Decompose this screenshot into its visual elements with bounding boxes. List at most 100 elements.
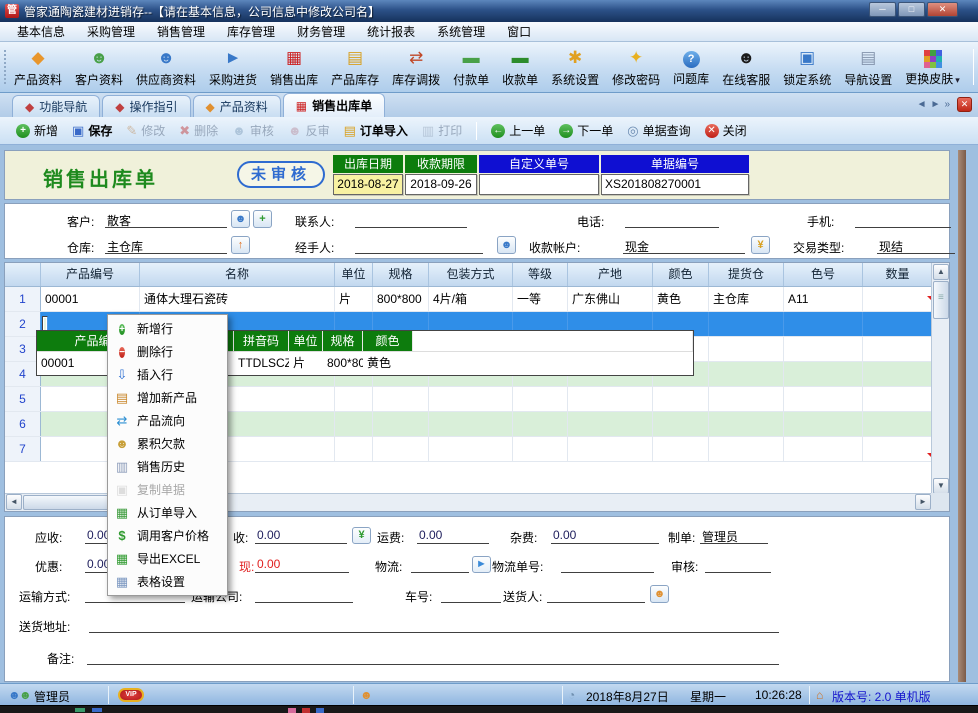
monitor-lock-icon: ▣ (799, 47, 815, 69)
menu-item-accumulated-debt[interactable]: ☻累积欠款 (108, 432, 227, 455)
remark-value[interactable] (87, 649, 779, 665)
scroll-right-icon[interactable]: ► (915, 494, 931, 510)
tab-operation-guide[interactable]: ◆操作指引 (102, 95, 190, 117)
scroll-down-icon[interactable]: ▼ (933, 478, 949, 494)
menu-item-product-flow[interactable]: ⇄产品流向 (108, 409, 227, 432)
freight-value[interactable]: 0.00 (417, 528, 489, 544)
tab-scroll-left-icon[interactable]: ◄ (917, 99, 927, 110)
deliverer-value[interactable] (547, 587, 645, 603)
menu-item-copy-bill[interactable]: ▣复制单据 (108, 478, 227, 501)
unaudit-button[interactable]: ☻反审 (288, 122, 330, 139)
menu-item-add-product[interactable]: ▤增加新产品 (108, 386, 227, 409)
warehouse-select-button[interactable]: ↑ (231, 236, 250, 254)
bill-no-value[interactable]: XS201808270001 (601, 174, 749, 195)
tab-close-button[interactable]: ✕ (957, 97, 972, 112)
close-form-button[interactable]: ✕关闭 (705, 122, 747, 139)
menu-purchase[interactable]: 采购管理 (76, 22, 146, 42)
received-value[interactable]: 0.00 (255, 528, 347, 544)
rownum-header (5, 263, 41, 286)
prev-bill-button[interactable]: ←上一单 (491, 122, 545, 139)
order-import-button[interactable]: ▤订单导入 (344, 122, 408, 139)
grid-row-1[interactable]: 1 00001 通体大理石瓷砖 片 800*800 4片/箱 一等 广东佛山 黄… (5, 287, 933, 312)
handler-select-button[interactable]: ☻ (497, 236, 516, 254)
toolbar-product-data[interactable]: ◆产品资料 (14, 47, 62, 88)
tab-sales-outbound[interactable]: ▦销售出库单 (283, 93, 385, 117)
menu-window[interactable]: 窗口 (496, 22, 542, 42)
toolbar-nav-settings[interactable]: ▤导航设置 (844, 47, 892, 88)
vehicle-no-value[interactable] (441, 587, 501, 603)
toolbar-payment-bill[interactable]: ▬付款单 (453, 47, 489, 88)
warehouse-value[interactable]: 主仓库 (105, 238, 227, 254)
trade-type-value[interactable]: 现结 (877, 238, 955, 254)
logistics-pick-button[interactable]: ► (472, 556, 491, 573)
menu-item-insert-row[interactable]: ⇩插入行 (108, 363, 227, 386)
menu-item-sales-history[interactable]: ▥销售历史 (108, 455, 227, 478)
toolbar-stock-transfer[interactable]: ⇄库存调拨 (392, 47, 440, 88)
menu-item-import-order[interactable]: ▦从订单导入 (108, 501, 227, 524)
arrow-right-icon: → (559, 124, 573, 138)
toolbar-sales-out[interactable]: ▦销售出库 (270, 47, 318, 88)
delete-button[interactable]: ✖删除 (179, 122, 218, 139)
bill-query-button[interactable]: ◎单据查询 (627, 122, 690, 139)
tab-scroll-right-icon[interactable]: ► (931, 99, 941, 110)
vertical-scroll-thumb[interactable] (933, 281, 949, 319)
menu-inventory[interactable]: 库存管理 (216, 22, 286, 42)
logistics-no-value[interactable] (561, 557, 654, 573)
toolbar-lock-system[interactable]: ▣锁定系统 (783, 47, 831, 88)
cash-pick-button[interactable]: ¥ (352, 527, 371, 544)
stock-boxes-icon: ▤ (347, 47, 363, 69)
scroll-up-icon[interactable]: ▲ (933, 264, 949, 280)
maximize-button[interactable]: □ (898, 2, 925, 17)
menu-item-grid-settings[interactable]: ▦表格设置 (108, 570, 227, 593)
misc-fee-value[interactable]: 0.00 (551, 528, 659, 544)
address-value[interactable] (89, 617, 779, 633)
menu-system[interactable]: 系统管理 (426, 22, 496, 42)
mobile-value[interactable] (855, 212, 951, 228)
print-button[interactable]: ▥打印 (422, 122, 462, 139)
contact-value[interactable] (355, 212, 467, 228)
menu-finance[interactable]: 财务管理 (286, 22, 356, 42)
minimize-button[interactable]: ─ (869, 2, 896, 17)
toolbar-question-bank[interactable]: ?问题库 (673, 48, 709, 87)
menu-sales[interactable]: 销售管理 (146, 22, 216, 42)
menu-reports[interactable]: 统计报表 (356, 22, 426, 42)
tab-more-icon[interactable]: » (944, 99, 950, 110)
tab-function-nav[interactable]: ◆功能导航 (12, 95, 100, 117)
customer-search-button[interactable]: ☻ (231, 210, 250, 228)
menu-item-delete-row[interactable]: −删除行 (108, 340, 227, 363)
menu-item-customer-price[interactable]: $调用客户价格 (108, 524, 227, 547)
toolbar-change-password[interactable]: ✦修改密码 (612, 47, 660, 88)
handler-value[interactable] (355, 238, 483, 254)
toolbar-customer-data[interactable]: ☻客户资料 (75, 47, 123, 88)
menu-item-add-row[interactable]: +新增行 (108, 317, 227, 340)
new-button[interactable]: +新增 (16, 122, 58, 139)
customer-value[interactable]: 散客 (105, 212, 227, 228)
account-select-button[interactable]: ¥ (751, 236, 770, 254)
vertical-scrollbar[interactable]: ▲ ▼ (931, 263, 949, 495)
customer-add-button[interactable]: + (253, 210, 272, 228)
save-button[interactable]: ▣保存 (72, 122, 112, 139)
tab-product-data[interactable]: ◆产品资料 (193, 95, 281, 117)
scroll-left-icon[interactable]: ◄ (6, 494, 22, 510)
next-bill-button[interactable]: →下一单 (559, 122, 613, 139)
logistics-value[interactable] (411, 557, 469, 573)
menu-item-export-excel[interactable]: ▦导出EXCEL (108, 547, 227, 570)
audit-button[interactable]: ☻审核 (232, 122, 274, 139)
close-button[interactable]: ✕ (927, 2, 958, 17)
phone-value[interactable] (625, 212, 719, 228)
menu-basic-info[interactable]: 基本信息 (6, 22, 76, 42)
account-value[interactable]: 现金 (623, 238, 745, 254)
toolbar-online-service[interactable]: ☻在线客服 (722, 47, 770, 88)
toolbar-system-settings[interactable]: ✱系统设置 (551, 47, 599, 88)
toolbar-supplier-data[interactable]: ☻供应商资料 (136, 47, 196, 88)
transport-company-value[interactable] (255, 587, 353, 603)
modify-button[interactable]: ✎修改 (126, 122, 165, 139)
toolbar-receipt-bill[interactable]: ▬收款单 (502, 47, 538, 88)
outbound-date-value[interactable]: 2018-08-27 (333, 174, 403, 195)
custom-bill-no-value[interactable] (479, 174, 599, 195)
payment-deadline-value[interactable]: 2018-09-26 (405, 174, 477, 195)
deliverer-select-button[interactable]: ☻ (650, 585, 669, 603)
toolbar-change-skin[interactable]: 更换皮肤▾ (905, 47, 960, 87)
toolbar-purchase-in[interactable]: ►采购进货 (209, 47, 257, 88)
toolbar-product-stock[interactable]: ▤产品库存 (331, 47, 379, 88)
